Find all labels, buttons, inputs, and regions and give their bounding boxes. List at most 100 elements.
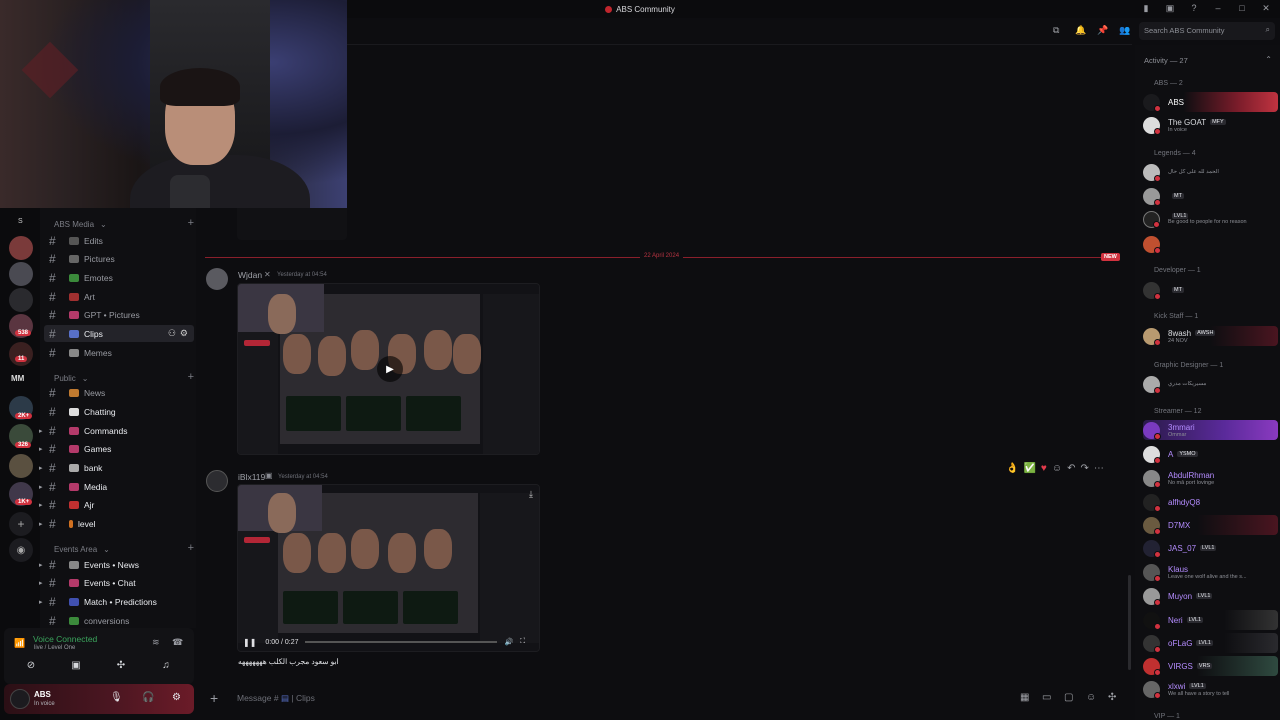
heart-emoji-icon[interactable]: ♥ <box>1041 463 1047 474</box>
member-item[interactable]: The GOAT MFY In voice <box>1143 115 1278 135</box>
user-settings-icon[interactable]: ⚙ <box>172 692 181 703</box>
video-progress-bar[interactable] <box>304 641 497 643</box>
channel-media[interactable]: ▸ # Media <box>39 478 194 495</box>
play-icon[interactable]: ▶ <box>377 356 403 382</box>
signal-icon[interactable]: 📶 <box>14 638 25 648</box>
sticker-icon[interactable]: ▢ <box>1064 692 1073 703</box>
channel-level[interactable]: ▸ # level <box>39 515 194 532</box>
fullscreen-icon[interactable]: ⛶ <box>520 638 525 646</box>
category-events-area[interactable]: Events Area ⌄ + <box>54 542 194 554</box>
add-channel-icon[interactable]: + <box>188 217 194 229</box>
discover-icon[interactable]: ◉ <box>9 538 33 562</box>
emoji-icon[interactable]: 👌 <box>1006 463 1018 474</box>
add-reaction-icon[interactable]: ☺ <box>1052 463 1062 474</box>
member-item[interactable]: VIRGS VRS <box>1143 656 1278 676</box>
channel-games[interactable]: ▸ # Games <box>39 440 194 457</box>
headphones-icon[interactable]: 🎧 <box>142 692 154 703</box>
server-icon[interactable] <box>9 262 33 286</box>
invite-icon[interactable]: ⚇ <box>168 328 176 339</box>
forward-icon[interactable]: ↷ <box>1080 463 1088 474</box>
channel-edits[interactable]: # Edits <box>44 232 194 249</box>
member-item[interactable]: 3mmari Ommar <box>1143 420 1278 440</box>
help-icon[interactable]: ? <box>1188 3 1200 14</box>
member-item[interactable]: xlxwi LVL1 We all have a story to tell <box>1143 679 1278 699</box>
pause-icon[interactable]: ❚❚ <box>243 638 256 647</box>
mic-icon[interactable]: 🎙 <box>110 692 123 703</box>
gift-icon[interactable]: ▦ <box>1020 692 1029 703</box>
channel-commands[interactable]: ▸ # Commands <box>39 422 194 439</box>
member-item[interactable]: 8wash AWSH 24 NOV <box>1143 326 1278 346</box>
channel-emotes[interactable]: # Emotes <box>44 269 194 286</box>
emoji-icon[interactable]: ☺ <box>1086 692 1096 703</box>
username[interactable]: ABS <box>34 690 51 699</box>
more-icon[interactable]: ⋯ <box>1094 463 1104 474</box>
member-list-icon[interactable]: 👥 <box>1119 25 1130 36</box>
member-item[interactable]: D7MX <box>1143 515 1278 535</box>
channel-art[interactable]: # Art <box>44 288 194 305</box>
server-icon[interactable] <box>9 342 33 366</box>
category-abs-media[interactable]: ABS Media ⌄ + <box>54 217 194 229</box>
member-item[interactable]: Neri LVL1 <box>1143 610 1278 630</box>
screen-icon[interactable]: ▣ <box>1164 3 1176 14</box>
channel-events-news[interactable]: ▸ # Events • News <box>39 556 194 573</box>
minimize-button[interactable]: – <box>1212 3 1224 14</box>
add-channel-icon[interactable]: + <box>188 542 194 554</box>
channel-events-chat[interactable]: ▸ # Events • Chat <box>39 574 194 591</box>
voice-status[interactable]: Voice Connected <box>33 634 97 644</box>
member-item[interactable]: A YSMO <box>1143 444 1278 464</box>
noise-suppression-icon[interactable]: ≋ <box>152 637 160 648</box>
channel-pictures[interactable]: # Pictures <box>44 250 194 267</box>
video-attachment[interactable]: ⤓ ❚❚ 0:00 / 0:27 🔊 ⛶ <box>237 484 540 652</box>
avatar[interactable] <box>206 470 228 492</box>
message-input[interactable]: Message # ▤ | Clips <box>237 693 315 704</box>
message-composer[interactable]: + Message # ▤ | Clips ▦ ▭ ▢ ☺ ✣ <box>204 686 1128 712</box>
category-public[interactable]: Public ⌄ + <box>54 371 194 383</box>
member-item[interactable]: MT <box>1143 186 1278 206</box>
channel-match-predictions[interactable]: ▸ # Match • Predictions <box>39 593 194 610</box>
member-item[interactable]: Muyon LVL1 <box>1143 586 1278 606</box>
bookmark-icon[interactable]: ▮ <box>1140 3 1152 14</box>
member-item[interactable]: ABS <box>1143 92 1278 112</box>
channel-chatting[interactable]: # Chatting <box>44 403 194 420</box>
member-item[interactable]: AbdulRhman No mā port lovinge <box>1143 468 1278 488</box>
add-server-icon[interactable]: + <box>9 512 33 536</box>
channel-gpt-pictures[interactable]: # GPT • Pictures <box>44 306 194 323</box>
pin-icon[interactable]: 📌 <box>1097 25 1108 36</box>
disconnect-icon[interactable]: ☎ <box>172 637 183 648</box>
download-icon[interactable]: ⤓ <box>529 489 533 500</box>
voice-channel[interactable]: live / Level One <box>34 645 75 651</box>
video-attachment[interactable]: ▶ <box>237 283 540 455</box>
member-item[interactable]: الحمد لله على كل حال <box>1143 162 1278 182</box>
member-item[interactable] <box>1143 234 1278 254</box>
channel-bank[interactable]: ▸ # bank <box>39 459 194 476</box>
member-item[interactable]: Klaus Leave one wolf alive and the s... <box>1143 562 1278 582</box>
member-item[interactable]: مسيريكات مدري <box>1143 374 1278 394</box>
member-item[interactable]: JAS_07 LVL1 <box>1143 538 1278 558</box>
member-item[interactable]: alfhdyQ8 <box>1143 492 1278 512</box>
member-item[interactable]: oFLaG LVL1 <box>1143 633 1278 653</box>
volume-icon[interactable]: 🔊 <box>505 638 514 646</box>
channel-ajr[interactable]: ▸ # Ajr <box>39 496 194 513</box>
server-icon[interactable] <box>9 236 33 260</box>
avatar[interactable] <box>206 268 228 290</box>
server-icon[interactable] <box>9 454 33 478</box>
camera-off-icon[interactable]: ⊘ <box>21 660 41 671</box>
maximize-button[interactable]: □ <box>1236 3 1248 14</box>
add-channel-icon[interactable]: + <box>188 371 194 383</box>
activities-icon[interactable]: ✣ <box>111 660 131 671</box>
reply-icon[interactable]: ↶ <box>1067 463 1075 474</box>
message-author[interactable]: iBlx119 <box>238 472 265 482</box>
apps-icon[interactable]: ✣ <box>1108 692 1116 703</box>
screen-share-icon[interactable]: ▣ <box>66 660 86 671</box>
check-emoji-icon[interactable]: ✅ <box>1023 463 1035 474</box>
server-icon[interactable] <box>9 288 33 312</box>
member-item[interactable]: MT <box>1143 280 1278 300</box>
settings-icon[interactable]: ⚙ <box>180 328 188 339</box>
soundboard-icon[interactable]: ♫ <box>156 660 176 671</box>
member-item[interactable]: LVL1 Be good to people for no reason <box>1143 209 1278 229</box>
channel-news[interactable]: # News <box>44 384 194 401</box>
close-button[interactable]: ✕ <box>1260 3 1272 14</box>
attach-icon[interactable]: + <box>210 690 218 706</box>
search-input[interactable]: Search ABS Community ⌕ <box>1139 22 1275 40</box>
channel-memes[interactable]: # Memes <box>44 344 194 361</box>
